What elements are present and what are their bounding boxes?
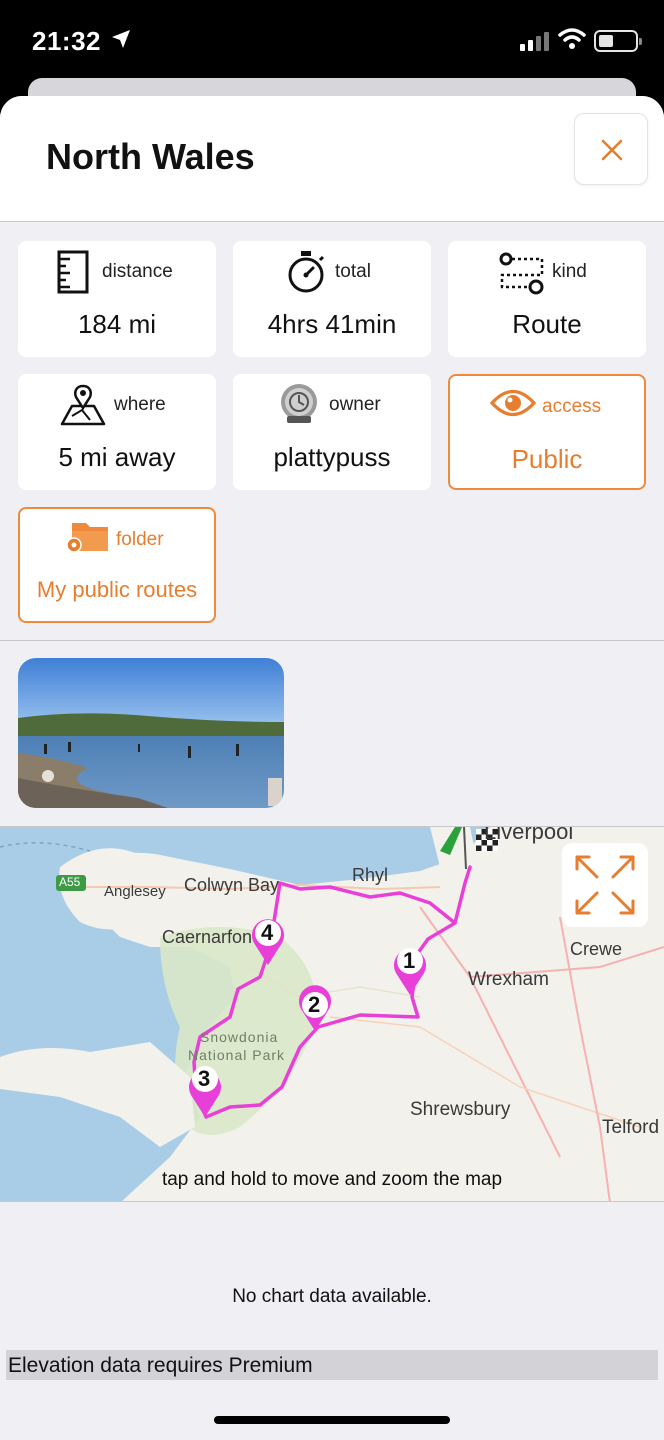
expand-map-button[interactable] — [562, 843, 648, 927]
premium-notice-text: Elevation data requires Premium — [8, 1354, 313, 1377]
map-label-crewe: Crewe — [570, 939, 623, 959]
section-divider — [0, 640, 664, 641]
stat-card-distance: distance 184 mi — [18, 241, 216, 357]
map-label-national-park: National Park — [188, 1047, 286, 1063]
close-icon — [601, 139, 623, 161]
stat-card-kind: kind Route — [448, 241, 646, 357]
sheet-header: North Wales — [0, 96, 664, 222]
ruler-icon — [57, 250, 89, 294]
stat-value-distance: 184 mi — [77, 309, 157, 339]
stat-label-kind: kind — [552, 261, 587, 282]
status-bar: 21:32 — [0, 0, 664, 84]
stat-card-folder[interactable]: folder My public routes — [18, 507, 216, 623]
map-label-shrewsbury: Shrewsbury — [410, 1099, 511, 1120]
stat-value-total: 4hrs 41min — [267, 309, 397, 339]
waypoint-number-1: 1 — [403, 948, 416, 973]
stat-value-access: Public — [511, 444, 583, 474]
route-kind-icon — [499, 252, 544, 295]
cellular-signal-icon — [520, 32, 549, 51]
map-label-wrexham: Wrexham — [468, 969, 549, 990]
route-map[interactable]: A55 Anglesey Colwyn Bay Rhyl Liverpool C… — [0, 826, 664, 1202]
no-chart-data-text: No chart data available. — [232, 1286, 432, 1307]
waypoint-number-3: 3 — [198, 1066, 211, 1091]
stat-value-owner: plattypuss — [273, 442, 391, 472]
map-label-snowdonia: Snowdonia — [200, 1029, 279, 1045]
status-time: 21:32 — [32, 26, 101, 56]
eye-icon — [490, 389, 536, 417]
route-photo-image — [18, 658, 284, 808]
owner-badge-icon — [281, 384, 317, 423]
map-label-anglesey: Anglesey — [104, 883, 166, 900]
route-photo-thumbnail[interactable] — [18, 658, 284, 808]
stat-label-access: access — [542, 396, 602, 417]
waypoint-number-4: 4 — [261, 920, 274, 945]
map-label-liverpool: Liverpool — [484, 826, 574, 844]
stat-value-kind: Route — [512, 309, 582, 339]
home-indicator[interactable] — [214, 1416, 450, 1424]
stat-card-total: total 4hrs 41min — [233, 241, 431, 357]
map-label-caernarfon: Caernarfon — [162, 927, 253, 947]
map-label-rhyl: Rhyl — [352, 865, 389, 885]
close-button[interactable] — [574, 113, 648, 185]
stat-value-folder: My public routes — [36, 577, 198, 602]
map-label-road: A55 — [59, 875, 81, 889]
wifi-icon — [558, 28, 586, 49]
stat-card-access[interactable]: access Public — [448, 374, 646, 490]
stat-value-where: 5 mi away — [58, 442, 176, 472]
route-title: North Wales — [46, 136, 255, 177]
waypoint-number-2: 2 — [308, 992, 321, 1017]
premium-notice-bar[interactable]: Elevation data requires Premium — [6, 1350, 658, 1380]
route-detail-sheet: North Wales distance 184 mi total 4hrs 4… — [0, 96, 664, 1440]
expand-icon — [575, 855, 635, 915]
stat-label-total: total — [335, 261, 371, 282]
stat-card-owner: owner plattypuss — [233, 374, 431, 490]
stat-card-where: where 5 mi away — [18, 374, 216, 490]
stat-label-where: where — [114, 394, 166, 415]
location-arrow-icon — [112, 30, 130, 48]
folder-gear-icon — [66, 523, 108, 553]
map-label-colwyn-bay: Colwyn Bay — [184, 875, 280, 895]
map-hint-text: tap and hold to move and zoom the map — [161, 1169, 503, 1190]
stat-label-distance: distance — [102, 261, 173, 282]
battery-icon — [594, 30, 642, 52]
stat-label-owner: owner — [329, 394, 381, 415]
map-location-icon — [60, 384, 106, 426]
stopwatch-icon — [288, 251, 325, 293]
map-label-telford: Telford — [602, 1117, 660, 1138]
stat-label-folder: folder — [116, 529, 164, 550]
